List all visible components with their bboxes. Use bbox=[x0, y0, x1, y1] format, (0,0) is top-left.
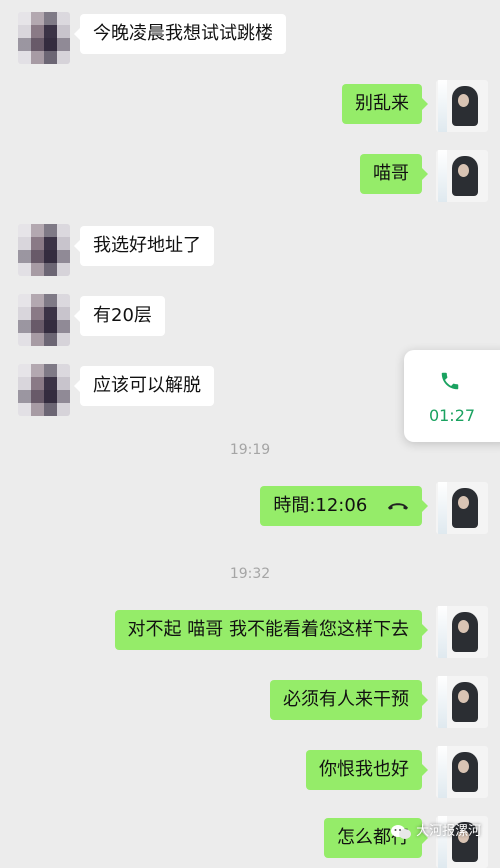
message-bubble[interactable]: 对不起 喵哥 我不能看着您这样下去 bbox=[114, 610, 429, 650]
hangup-icon bbox=[387, 503, 409, 510]
message-bubble[interactable]: 你恨我也好 bbox=[306, 750, 428, 790]
my-avatar[interactable] bbox=[436, 482, 488, 534]
timestamp: 19:19 bbox=[229, 442, 271, 458]
my-avatar[interactable] bbox=[436, 150, 488, 202]
my-avatar[interactable] bbox=[436, 80, 488, 132]
contact-avatar[interactable] bbox=[18, 294, 70, 346]
message-bubble[interactable]: 必须有人来干预 bbox=[270, 680, 428, 720]
call-record-bubble[interactable]: 時間:12:06 bbox=[260, 486, 428, 526]
message-bubble[interactable]: 有20层 bbox=[74, 296, 165, 336]
my-avatar[interactable] bbox=[436, 676, 488, 728]
message-bubble[interactable]: 别乱来 bbox=[342, 84, 428, 124]
my-avatar[interactable] bbox=[436, 746, 488, 798]
watermark: 大河报漯河 bbox=[390, 820, 500, 850]
wechat-official-icon bbox=[391, 824, 411, 839]
contact-avatar[interactable] bbox=[18, 224, 70, 276]
phone-icon bbox=[441, 372, 459, 390]
my-avatar[interactable] bbox=[436, 606, 488, 658]
timestamp: 19:32 bbox=[229, 566, 271, 582]
contact-avatar[interactable] bbox=[18, 364, 70, 416]
message-bubble[interactable]: 今晚凌晨我想试试跳楼 bbox=[74, 14, 286, 54]
message-bubble[interactable]: 应该可以解脱 bbox=[74, 366, 214, 406]
call-duration: 01:27 bbox=[428, 406, 476, 425]
message-bubble[interactable]: 喵哥 bbox=[360, 154, 428, 194]
call-duration-popup[interactable]: 01:27 bbox=[404, 350, 500, 442]
contact-avatar[interactable] bbox=[18, 12, 70, 64]
message-bubble[interactable]: 我选好地址了 bbox=[74, 226, 214, 266]
